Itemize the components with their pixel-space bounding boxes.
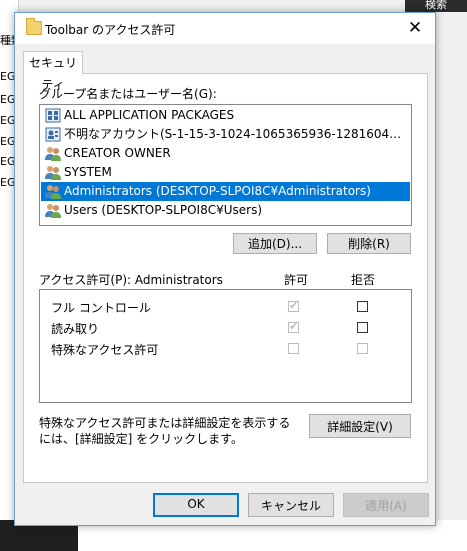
allow-checkbox: ✔ (288, 320, 299, 333)
list-item-label: 不明なアカウント(S-1-15-3-1024-1065365936-128160… (64, 127, 406, 141)
permission-row: 特殊なアクセス許可 (40, 339, 411, 359)
add-button[interactable]: 追加(D)... (233, 233, 317, 254)
list-item-label: CREATOR OWNER (64, 146, 171, 160)
advanced-button[interactable]: 詳細設定(V) (309, 414, 411, 438)
advanced-hint-line1: 特殊なアクセス許可または詳細設定を表示する (39, 416, 291, 430)
permission-row: フル コントロール ✔ (40, 297, 411, 317)
permission-name: 読み取り (51, 322, 100, 336)
list-item-label: ALL APPLICATION PACKAGES (64, 108, 235, 122)
deny-header: 拒否 (351, 273, 376, 287)
allow-header: 許可 (284, 273, 309, 287)
permissions-dialog: Toolbar のアクセス許可 ✕ セキュリティ グループ名またはユーザー名(G… (14, 12, 436, 526)
permissions-list: フル コントロール ✔ 読み取り ✔ 特殊なアクセス許可 (39, 289, 412, 403)
title-bar: Toolbar のアクセス許可 ✕ (15, 13, 435, 44)
folder-icon (26, 18, 42, 35)
advanced-hint-line2: には、[詳細設定] をクリックします。 (39, 432, 243, 446)
tab-security[interactable]: セキュリティ (23, 51, 83, 92)
remove-button[interactable]: 削除(R) (327, 233, 411, 254)
app-packages-icon (45, 108, 61, 123)
users-icon (45, 147, 61, 161)
users-icon (45, 204, 61, 218)
list-item-label: SYSTEM (64, 165, 112, 179)
tab-strip: セキュリティ (23, 51, 427, 92)
list-item[interactable]: SYSTEM (41, 163, 410, 182)
permission-name: 特殊なアクセス許可 (51, 343, 159, 357)
users-icon (45, 166, 61, 180)
ok-button[interactable]: OK (153, 493, 239, 517)
list-item-label: Administrators (DESKTOP-SLPOI8C¥Administ… (64, 184, 371, 198)
deny-checkbox (357, 343, 368, 354)
deny-checkbox[interactable] (357, 322, 368, 333)
apply-button: 適用(A) (343, 493, 429, 517)
background-search-button: 検索 (405, 0, 467, 12)
list-item[interactable]: 不明なアカウント(S-1-15-3-1024-1065365936-128160… (41, 125, 410, 144)
permission-row: 読み取り ✔ (40, 318, 411, 338)
groups-label: グループ名またはユーザー名(G): (39, 87, 217, 101)
list-item-selected[interactable]: Administrators (DESKTOP-SLPOI8C¥Administ… (41, 182, 410, 201)
window-title: Toolbar のアクセス許可 (45, 23, 176, 37)
allow-checkbox: ✔ (288, 299, 299, 312)
deny-checkbox[interactable] (357, 301, 368, 312)
permissions-label: アクセス許可(P): Administrators (39, 273, 223, 287)
list-item-label: Users (DESKTOP-SLPOI8C¥Users) (64, 203, 263, 217)
list-item[interactable]: Users (DESKTOP-SLPOI8C¥Users) (41, 201, 410, 220)
users-icon (45, 185, 61, 199)
list-item[interactable]: CREATOR OWNER (41, 144, 410, 163)
permission-name: フル コントロール (51, 301, 151, 315)
group-user-list[interactable]: ALL APPLICATION PACKAGES 不明なアカウント(S-1-15… (39, 104, 412, 226)
allow-checkbox (288, 343, 299, 354)
close-button[interactable]: ✕ (395, 13, 435, 44)
unknown-account-icon (45, 127, 61, 142)
list-item[interactable]: ALL APPLICATION PACKAGES (41, 106, 410, 125)
cancel-button[interactable]: キャンセル (248, 493, 334, 517)
